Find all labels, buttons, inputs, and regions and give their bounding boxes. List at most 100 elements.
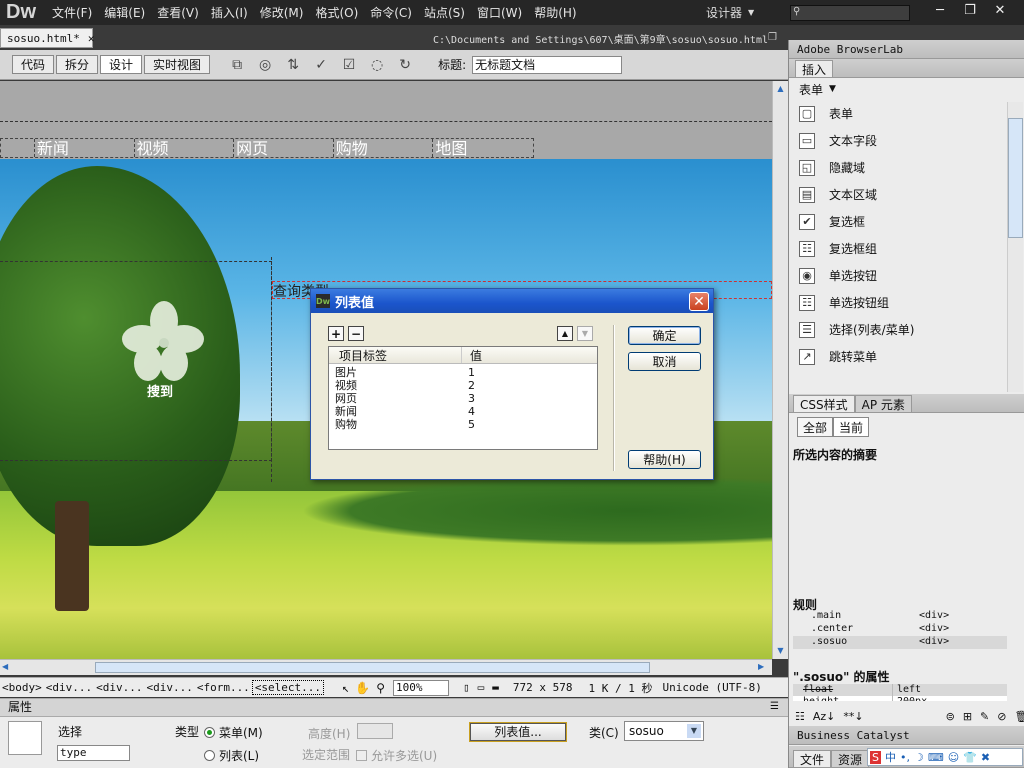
allow-multiple-checkbox[interactable]: 允许多选(U) <box>356 747 437 764</box>
class-select[interactable]: sosuo ▼ <box>624 721 704 741</box>
insert-category-dropdown[interactable]: 表单 ▼ <box>789 78 1024 100</box>
tab-ap-elements[interactable]: AP 元素 <box>854 395 912 412</box>
scroll-down-icon[interactable]: ▼ <box>773 643 788 658</box>
canvas-horizontal-scrollbar[interactable]: ◀ ▶ <box>0 659 772 675</box>
refresh-icon[interactable]: ↻ <box>394 56 416 74</box>
tag-selector[interactable]: <form... <box>195 681 252 694</box>
nav-item[interactable]: 网页 <box>234 139 334 158</box>
ime-mode-icon[interactable]: 中 <box>885 749 896 765</box>
ime-logo-icon[interactable]: S <box>870 750 881 764</box>
insert-item[interactable]: ☰ 选择(列表/菜单) <box>789 316 1024 343</box>
sort-alpha-icon[interactable]: Az↓ <box>813 710 836 723</box>
prop-row[interactable]: float left <box>793 684 1007 696</box>
ime-punct-icon[interactable]: •, <box>900 751 910 764</box>
scroll-left-icon[interactable]: ◀ <box>2 662 8 671</box>
tag-selector[interactable]: <div... <box>144 681 194 694</box>
close-tab-icon[interactable]: ✕ <box>88 32 95 45</box>
menu-modify[interactable]: 修改(M) <box>254 4 310 21</box>
insert-item[interactable]: ◱ 隐藏域 <box>789 154 1024 181</box>
move-down-button[interactable]: ▼ <box>577 326 593 341</box>
insert-item[interactable]: ▭ 文本字段 <box>789 127 1024 154</box>
menu-commands[interactable]: 命令(C) <box>364 4 418 21</box>
restore-button[interactable]: ❐ <box>955 0 985 20</box>
panel-menu-icon[interactable]: ☰ <box>770 701 779 712</box>
restore-doc-icon[interactable]: ❐ <box>768 32 777 43</box>
ime-tools-icon[interactable]: ✖ <box>981 751 990 764</box>
list-values-button[interactable]: 列表值... <box>470 723 566 741</box>
menu-help[interactable]: 帮助(H) <box>528 4 582 21</box>
ime-shirt-icon[interactable]: 👕 <box>963 751 977 764</box>
attach-stylesheet-icon[interactable]: ⊜ <box>946 710 955 723</box>
remove-item-button[interactable]: − <box>348 326 364 341</box>
column-item-label[interactable]: 项目标签 <box>329 347 462 363</box>
menu-edit[interactable]: 编辑(E) <box>98 4 151 21</box>
code-view-button[interactable]: 代码 <box>12 55 55 74</box>
check-page-icon[interactable]: ☑ <box>338 56 360 74</box>
ime-moon-icon[interactable]: ☽ <box>914 751 924 764</box>
design-view-button[interactable]: 设计 <box>100 55 143 74</box>
list-value-row[interactable]: 新闻 4 <box>329 405 597 418</box>
insert-item[interactable]: ▤ 文本区域 <box>789 181 1024 208</box>
tab-css-styles[interactable]: CSS样式 <box>793 395 855 412</box>
menu-file[interactable]: 文件(F) <box>46 4 98 21</box>
nav-item[interactable]: 购物 <box>334 139 434 158</box>
scroll-right-icon[interactable]: ▶ <box>758 662 764 671</box>
help-search-input[interactable] <box>790 5 910 21</box>
properties-header[interactable]: 属性 <box>0 699 788 717</box>
insert-scrollbar[interactable] <box>1007 102 1023 392</box>
desktop-size-icon[interactable]: ▬ <box>492 681 499 694</box>
file-management-icon[interactable]: ⇅ <box>282 56 304 74</box>
insert-item[interactable]: ▣图像域 <box>789 370 1024 375</box>
help-button[interactable]: 帮助(H) <box>628 450 701 469</box>
close-button[interactable]: ✕ <box>985 0 1015 20</box>
workspace-switcher[interactable]: 设计器 ▼ <box>706 0 754 25</box>
list-values-table[interactable]: 项目标签 值 图片 1 视频 2 网页 3 新闻 4 购物 5 <box>328 346 598 450</box>
title-input[interactable]: 无标题文档 <box>472 55 623 74</box>
browserlab-panel-header[interactable]: Adobe BrowserLab <box>789 40 1024 59</box>
tab-files[interactable]: 文件 <box>793 750 832 767</box>
list-value-row[interactable]: 购物 5 <box>329 418 597 431</box>
column-value[interactable]: 值 <box>462 347 482 363</box>
tag-selector[interactable]: <body> <box>0 681 44 694</box>
tag-selector[interactable]: <div... <box>44 681 94 694</box>
menu-site[interactable]: 站点(S) <box>418 4 471 21</box>
select-name-input[interactable]: type <box>57 745 130 761</box>
list-value-row[interactable]: 网页 3 <box>329 392 597 405</box>
add-item-button[interactable]: + <box>328 326 344 341</box>
menu-window[interactable]: 窗口(W) <box>471 4 528 21</box>
insert-item[interactable]: ✔ 复选框 <box>789 208 1024 235</box>
ok-button[interactable]: 确定 <box>628 326 701 345</box>
ime-user-icon[interactable]: ☺ <box>948 751 959 764</box>
nav-item[interactable]: 新闻 <box>35 139 135 158</box>
height-input[interactable] <box>357 723 393 739</box>
nav-item[interactable]: 视频 <box>135 139 235 158</box>
type-list-radio[interactable]: 列表(L) <box>204 747 259 764</box>
document-tab[interactable]: sosuo.html* ✕ <box>0 28 95 48</box>
insert-item[interactable]: ↗ 跳转菜单 <box>789 343 1024 370</box>
new-rule-icon[interactable]: ⊞ <box>963 710 972 723</box>
tab-assets[interactable]: 资源 <box>831 750 870 767</box>
canvas-vertical-scrollbar[interactable]: ▲ ▼ <box>772 81 788 659</box>
scroll-thumb[interactable] <box>1008 118 1023 238</box>
menu-format[interactable]: 格式(O) <box>309 4 364 21</box>
tablet-size-icon[interactable]: ▭ <box>478 681 485 694</box>
type-menu-radio[interactable]: 菜单(M) <box>204 724 263 741</box>
menu-view[interactable]: 查看(V) <box>151 4 205 21</box>
show-set-icon[interactable]: **↓ <box>843 710 863 723</box>
tag-selector-selected[interactable]: <select... <box>251 680 325 695</box>
insert-item[interactable]: ☷ 复选框组 <box>789 235 1024 262</box>
scroll-up-icon[interactable]: ▲ <box>773 81 788 96</box>
cancel-button[interactable]: 取消 <box>628 352 701 371</box>
tag-selector[interactable]: <div... <box>94 681 144 694</box>
move-up-button[interactable]: ▲ <box>557 326 573 341</box>
css-current-button[interactable]: 当前 <box>833 417 870 437</box>
rule-row-selected[interactable]: .sosuo <div> <box>793 636 1007 649</box>
delete-icon[interactable]: 🗑 <box>1014 710 1024 723</box>
minimize-button[interactable]: ─ <box>925 0 955 20</box>
visual-aids-icon[interactable]: ✓ <box>310 56 332 74</box>
dialog-title-bar[interactable]: 列表值 <box>311 289 713 313</box>
edit-rule-icon[interactable]: ✎ <box>980 710 989 723</box>
multiscreen-icon[interactable]: ⧉ <box>226 56 248 74</box>
disable-icon[interactable]: ⊘ <box>997 710 1006 723</box>
tab-insert[interactable]: 插入 <box>795 60 834 77</box>
